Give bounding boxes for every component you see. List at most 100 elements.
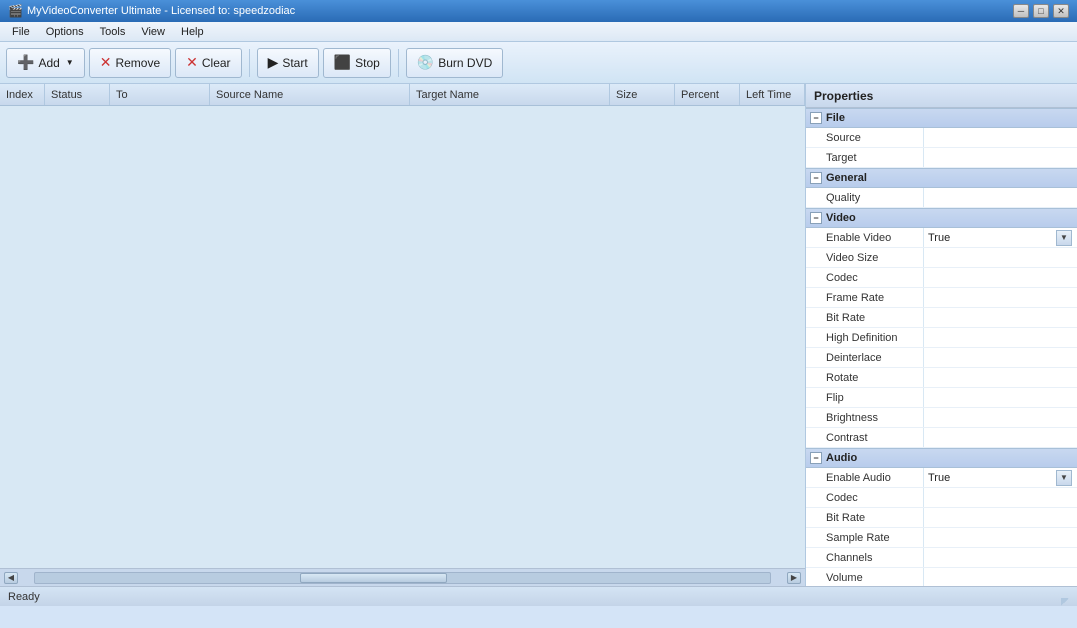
menu-item-tools[interactable]: Tools xyxy=(92,24,134,40)
prop-source-name: Source xyxy=(806,128,924,147)
prop-enable-audio: Enable Audio True ▼ xyxy=(806,468,1077,488)
menu-item-view[interactable]: View xyxy=(133,24,173,40)
prop-frame-rate-name: Frame Rate xyxy=(806,288,924,307)
table-header: Index Status To Source Name Target Name … xyxy=(0,84,805,106)
section-file: − File xyxy=(806,108,1077,128)
section-audio: − Audio xyxy=(806,448,1077,468)
prop-enable-video-value: True ▼ xyxy=(924,230,1077,246)
prop-target-name: Target xyxy=(806,148,924,167)
clear-icon: ✕ xyxy=(186,54,198,71)
section-audio-label: Audio xyxy=(826,452,857,464)
titlebar-title: 🎬 MyVideoConverter Ultimate - Licensed t… xyxy=(8,4,295,18)
prop-flip-name: Flip xyxy=(806,388,924,407)
col-status: Status xyxy=(45,84,110,105)
burn-dvd-icon: 💿 xyxy=(417,54,434,71)
prop-enable-audio-value: True ▼ xyxy=(924,470,1077,486)
section-general-label: General xyxy=(826,172,867,184)
hscrollbar-track[interactable] xyxy=(34,572,771,584)
minimize-button[interactable]: ─ xyxy=(1013,4,1029,18)
clear-button[interactable]: ✕ Clear xyxy=(175,48,241,78)
enable-video-dropdown-row: True ▼ xyxy=(928,230,1073,246)
collapse-audio-button[interactable]: − xyxy=(810,452,822,464)
titlebar: 🎬 MyVideoConverter Ultimate - Licensed t… xyxy=(0,0,1077,22)
prop-codec-name: Codec xyxy=(806,268,924,287)
col-source-name: Source Name xyxy=(210,84,410,105)
prop-high-definition-name: High Definition xyxy=(806,328,924,347)
col-to: To xyxy=(110,84,210,105)
status-text: Ready xyxy=(8,591,40,603)
col-target-name: Target Name xyxy=(410,84,610,105)
collapse-file-button[interactable]: − xyxy=(810,112,822,124)
toolbar: ➕ Add ▼ ✕ Remove ✕ Clear ▶ Start ⬛ Stop … xyxy=(0,42,1077,84)
remove-button[interactable]: ✕ Remove xyxy=(89,48,171,78)
prop-codec: Codec xyxy=(806,268,1077,288)
prop-frame-rate: Frame Rate xyxy=(806,288,1077,308)
col-size: Size xyxy=(610,84,675,105)
add-dropdown-icon: ▼ xyxy=(66,58,74,67)
remove-icon: ✕ xyxy=(100,54,112,71)
enable-audio-dropdown-button[interactable]: ▼ xyxy=(1056,470,1072,486)
prop-volume-name: Volume xyxy=(806,568,924,586)
enable-video-text: True xyxy=(928,232,950,244)
prop-audio-codec: Codec xyxy=(806,488,1077,508)
hscroll-left-arrow[interactable]: ◀ xyxy=(4,572,18,584)
enable-audio-text: True xyxy=(928,472,950,484)
prop-enable-audio-name: Enable Audio xyxy=(806,468,924,487)
prop-bit-rate-name: Bit Rate xyxy=(806,308,924,327)
app-icon: 🎬 xyxy=(8,4,23,18)
section-video: − Video xyxy=(806,208,1077,228)
stop-button[interactable]: ⬛ Stop xyxy=(323,48,391,78)
hscroll-right-arrow[interactable]: ▶ xyxy=(787,572,801,584)
prop-brightness: Brightness xyxy=(806,408,1077,428)
properties-title: Properties xyxy=(806,84,1077,108)
add-button[interactable]: ➕ Add ▼ xyxy=(6,48,85,78)
prop-source: Source xyxy=(806,128,1077,148)
prop-video-size: Video Size xyxy=(806,248,1077,268)
enable-video-dropdown-button[interactable]: ▼ xyxy=(1056,230,1072,246)
menubar: FileOptionsToolsViewHelp xyxy=(0,22,1077,42)
menu-item-file[interactable]: File xyxy=(4,24,38,40)
collapse-video-button[interactable]: − xyxy=(810,212,822,224)
section-file-label: File xyxy=(826,112,845,124)
add-label: Add xyxy=(38,56,59,70)
prop-sample-rate-name: Sample Rate xyxy=(806,528,924,547)
add-icon: ➕ xyxy=(17,54,34,71)
start-label: Start xyxy=(282,56,307,70)
burn-dvd-button[interactable]: 💿 Burn DVD xyxy=(406,48,503,78)
section-video-label: Video xyxy=(826,212,856,224)
enable-audio-dropdown-row: True ▼ xyxy=(928,470,1073,486)
prop-brightness-name: Brightness xyxy=(806,408,924,427)
filelist-area: Index Status To Source Name Target Name … xyxy=(0,84,805,586)
prop-flip: Flip xyxy=(806,388,1077,408)
close-button[interactable]: ✕ xyxy=(1053,4,1069,18)
menu-item-help[interactable]: Help xyxy=(173,24,212,40)
prop-volume: Volume xyxy=(806,568,1077,586)
restore-button[interactable]: □ xyxy=(1033,4,1049,18)
horizontal-scrollbar[interactable]: ◀ ▶ xyxy=(0,568,805,586)
prop-channels-name: Channels xyxy=(806,548,924,567)
remove-label: Remove xyxy=(115,56,160,70)
prop-high-definition: High Definition xyxy=(806,328,1077,348)
table-body[interactable] xyxy=(0,106,805,568)
collapse-general-button[interactable]: − xyxy=(810,172,822,184)
stop-label: Stop xyxy=(355,56,380,70)
menu-item-options[interactable]: Options xyxy=(38,24,92,40)
start-button[interactable]: ▶ Start xyxy=(257,48,319,78)
prop-contrast-name: Contrast xyxy=(806,428,924,447)
toolbar-separator-2 xyxy=(398,49,399,77)
clear-label: Clear xyxy=(202,56,231,70)
section-general: − General xyxy=(806,168,1077,188)
prop-channels: Channels xyxy=(806,548,1077,568)
titlebar-controls: ─ □ ✕ xyxy=(1013,4,1069,18)
properties-scroll[interactable]: − File Source Target − General Quali xyxy=(806,108,1077,586)
prop-contrast: Contrast xyxy=(806,428,1077,448)
col-left-time: Left Time xyxy=(740,84,805,105)
hscrollbar-thumb[interactable] xyxy=(300,573,447,583)
properties-panel: Properties − File Source Target − xyxy=(805,84,1077,586)
col-percent: Percent xyxy=(675,84,740,105)
prop-audio-bit-rate-name: Bit Rate xyxy=(806,508,924,527)
prop-deinterlace-name: Deinterlace xyxy=(806,348,924,367)
prop-video-size-name: Video Size xyxy=(806,248,924,267)
main-area: Index Status To Source Name Target Name … xyxy=(0,84,1077,586)
prop-target: Target xyxy=(806,148,1077,168)
